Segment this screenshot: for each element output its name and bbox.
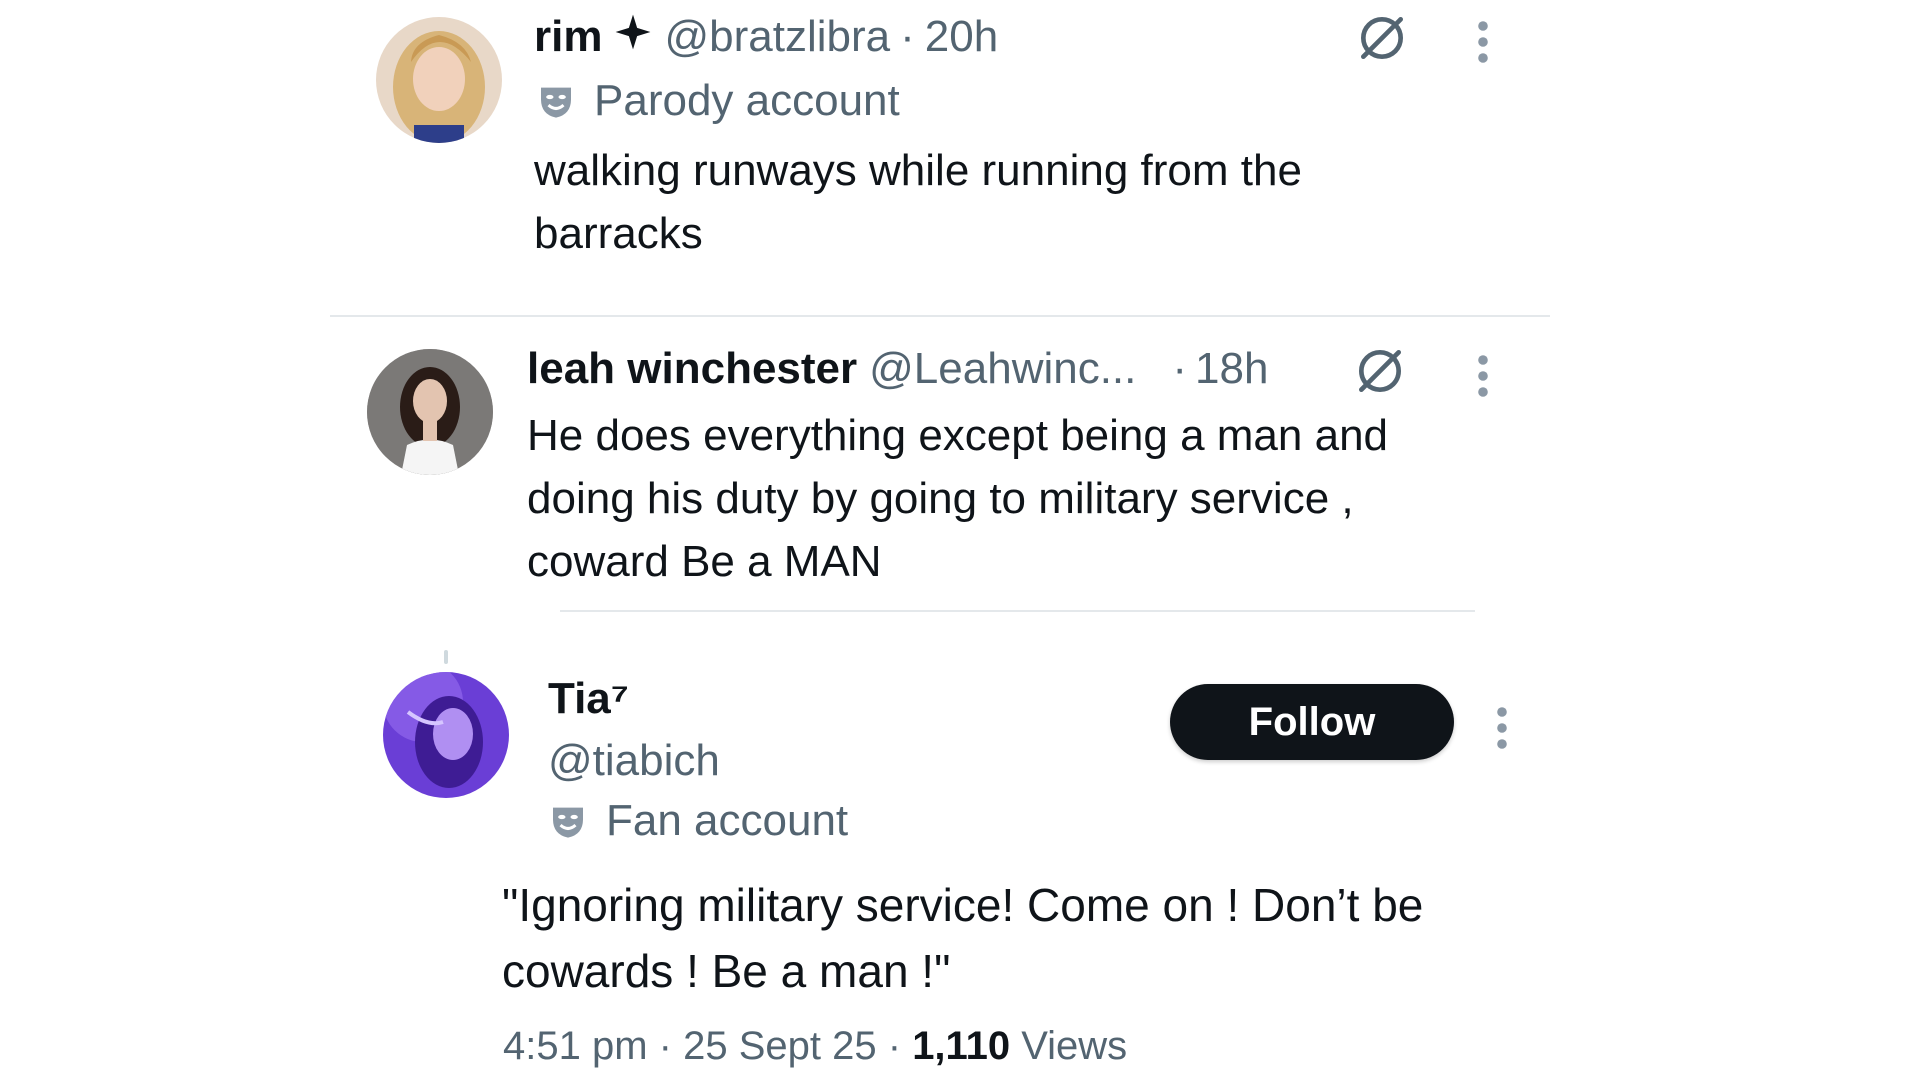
more-vertical-icon[interactable] (1494, 704, 1510, 752)
avatar[interactable] (383, 672, 509, 798)
separator-dot: · (658, 1024, 672, 1068)
separator-dot: · (1172, 344, 1188, 393)
post-header: Tia⁷ (548, 674, 629, 724)
post-meta: 4:51 pm · 25 Sept 25 · 1,110 Views (503, 1024, 1127, 1069)
post-leah[interactable]: leah winchester @Leahwinc... · 18h He do… (0, 318, 1920, 610)
follow-button[interactable]: Follow (1170, 684, 1454, 760)
avatar[interactable] (367, 349, 493, 475)
handle-line: @tiabich (548, 736, 720, 786)
post-text: "Ignoring military service! Come on ! Do… (502, 879, 1424, 997)
mask-icon (553, 807, 583, 838)
post-header: rim @bratzlibra · 20h (534, 12, 998, 62)
thread-line (444, 650, 448, 664)
more-vertical-icon[interactable] (1475, 18, 1491, 66)
grok-icon[interactable] (1352, 343, 1408, 399)
post-tia[interactable]: Tia⁷ @tiabich Fan account Follow "Ignori… (0, 612, 1920, 1079)
handle[interactable]: @tiabich (548, 736, 720, 786)
post-time[interactable]: 4:51 pm (503, 1024, 648, 1068)
sparkle-icon (616, 14, 651, 50)
grok-icon[interactable] (1354, 10, 1410, 66)
display-name[interactable]: leah winchester (527, 344, 857, 394)
post-header: leah winchester @Leahwinc... · 18h (527, 344, 1268, 394)
handle[interactable]: @Leahwinc... (869, 344, 1136, 394)
separator-dot: · (900, 12, 915, 61)
views-count: 1,110 (912, 1024, 1011, 1068)
avatar[interactable] (376, 17, 502, 143)
post-rim[interactable]: rim @bratzlibra · 20h Parody account wal… (0, 0, 1920, 318)
handle[interactable]: @bratzlibra (664, 12, 890, 62)
timestamp[interactable]: 18h (1195, 344, 1268, 394)
account-label-text: Parody account (594, 76, 900, 125)
display-name[interactable]: Tia⁷ (548, 674, 629, 724)
post-text: He does everything except being a man an… (527, 411, 1389, 586)
timestamp[interactable]: 20h (925, 12, 998, 62)
account-label-text: Fan account (606, 796, 849, 845)
divider (330, 315, 1550, 317)
views-label: Views (1021, 1024, 1128, 1068)
post-date[interactable]: 25 Sept 25 (683, 1024, 877, 1068)
post-text: walking runways while running from the b… (534, 146, 1302, 258)
account-label: Fan account (548, 796, 848, 846)
mask-icon (541, 87, 571, 118)
display-name[interactable]: rim (534, 12, 602, 62)
more-vertical-icon[interactable] (1475, 352, 1491, 400)
account-label: Parody account (536, 76, 900, 126)
separator-dot: · (887, 1024, 902, 1068)
